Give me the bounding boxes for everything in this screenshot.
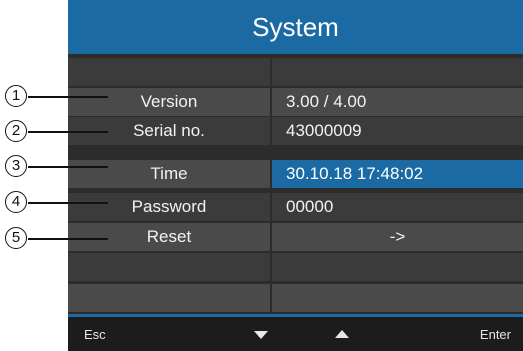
menu-row-password[interactable]: Password 00000 bbox=[68, 193, 523, 221]
callout-line bbox=[28, 202, 108, 204]
empty-cell-left bbox=[68, 253, 270, 281]
callout-line bbox=[28, 96, 108, 98]
row-value: 30.10.18 17:48:02 bbox=[272, 160, 523, 188]
menu-row-serial-no[interactable]: Serial no. 43000009 bbox=[68, 117, 523, 145]
menu-row-reset[interactable]: Reset -> bbox=[68, 223, 523, 251]
empty-cell-right bbox=[272, 284, 523, 312]
system-screen: System Version 3.00 / 4.00 Serial no. 43… bbox=[68, 0, 523, 351]
empty-row bbox=[68, 284, 523, 312]
row-value: 43000009 bbox=[272, 117, 523, 145]
callout-number: 4 bbox=[5, 191, 27, 213]
empty-cell-right bbox=[272, 58, 523, 86]
empty-row bbox=[68, 253, 523, 281]
row-label: Version bbox=[68, 88, 270, 116]
empty-cell-right bbox=[272, 253, 523, 281]
row-label: Password bbox=[68, 193, 270, 221]
empty-row bbox=[68, 58, 523, 86]
title-bar: System bbox=[68, 0, 523, 54]
esc-button[interactable]: Esc bbox=[84, 317, 106, 351]
callout-number: 3 bbox=[5, 155, 27, 177]
row-label: Time bbox=[68, 160, 270, 188]
menu-row-version[interactable]: Version 3.00 / 4.00 bbox=[68, 88, 523, 116]
row-label: Reset bbox=[68, 223, 270, 251]
callout-number: 1 bbox=[5, 85, 27, 107]
menu-row-time[interactable]: Time 30.10.18 17:48:02 bbox=[68, 160, 523, 188]
callout-line bbox=[28, 238, 108, 240]
empty-cell-left bbox=[68, 284, 270, 312]
footer-bar: Esc Enter bbox=[68, 317, 523, 351]
down-triangle-icon[interactable] bbox=[254, 331, 268, 339]
empty-cell-left bbox=[68, 58, 270, 86]
callout-line bbox=[28, 131, 108, 133]
up-triangle-icon[interactable] bbox=[335, 330, 349, 338]
row-value: 3.00 / 4.00 bbox=[272, 88, 523, 116]
callout-line bbox=[28, 166, 108, 168]
row-value: -> bbox=[272, 223, 523, 251]
callout-number: 5 bbox=[5, 227, 27, 249]
callout-number: 2 bbox=[5, 120, 27, 142]
enter-button[interactable]: Enter bbox=[480, 317, 511, 351]
page-title: System bbox=[252, 11, 339, 42]
row-value: 00000 bbox=[272, 193, 523, 221]
